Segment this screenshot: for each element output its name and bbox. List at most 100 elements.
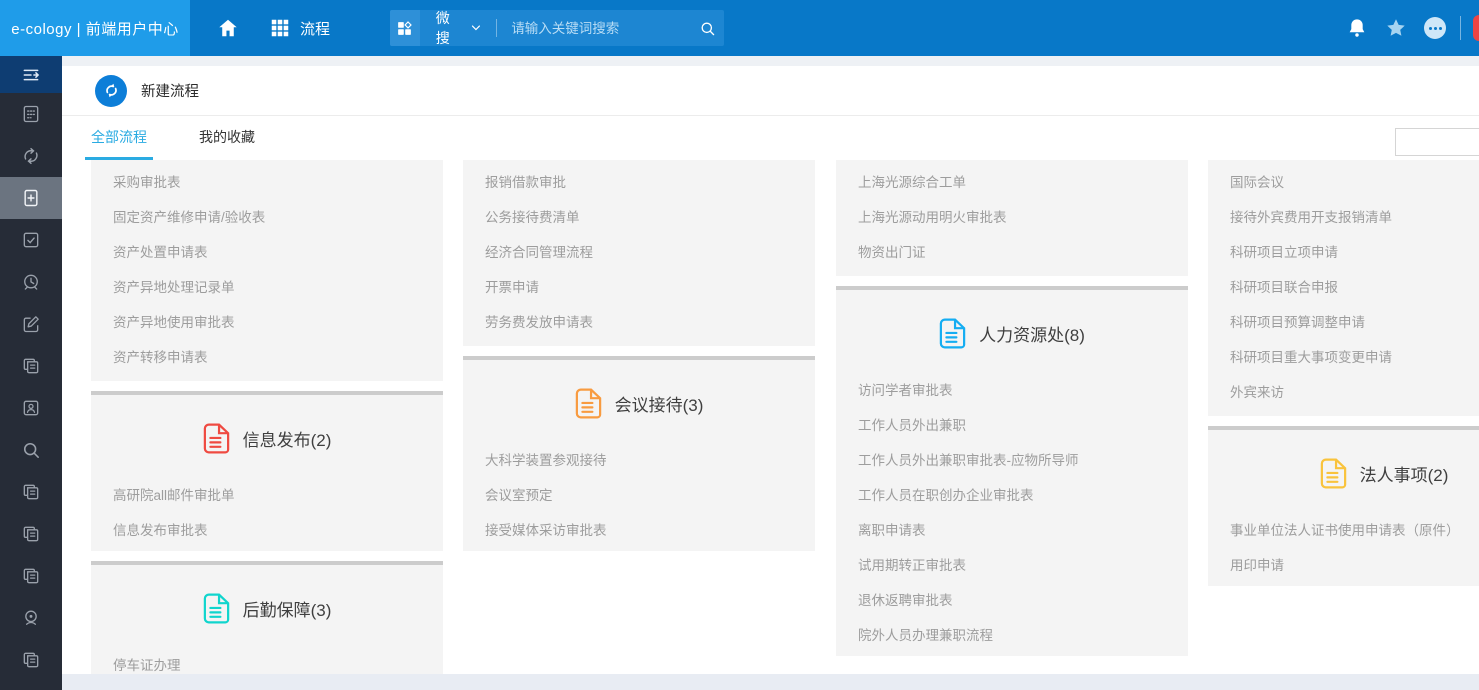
process-item[interactable]: 工作人员外出兼职审批表-应物所导师 (836, 443, 1188, 478)
process-item[interactable]: 信息发布审批表 (91, 513, 443, 548)
sidebar-item-documents-2[interactable] (0, 471, 62, 513)
topbar-divider (1460, 16, 1461, 40)
process-item[interactable]: 报销借款审批 (463, 165, 815, 200)
process-item[interactable]: 公务接待费清单 (463, 200, 815, 235)
process-item[interactable]: 科研项目联合申报 (1208, 270, 1479, 305)
star-icon[interactable] (1385, 17, 1407, 39)
category-header: 会议接待(3) (463, 360, 815, 441)
process-item[interactable]: 资产处置申请表 (91, 235, 443, 270)
process-item[interactable]: 经济合同管理流程 (463, 235, 815, 270)
process-column-4: 国际会议 接待外宾费用开支报销清单 科研项目立项申请 科研项目联合申报 科研项目… (1208, 160, 1479, 596)
process-column-2: 报销借款审批 公务接待费清单 经济合同管理流程 开票申请 劳务费发放申请表 会议… (463, 160, 815, 561)
category-header: 法人事项(2) (1208, 430, 1479, 511)
process-item[interactable]: 高研院all邮件审批单 (91, 478, 443, 513)
process-item[interactable]: 外宾来访 (1208, 375, 1479, 410)
process-item[interactable]: 退休返聘审批表 (836, 583, 1188, 618)
process-item[interactable]: 工作人员外出兼职 (836, 408, 1188, 443)
process-item[interactable]: 科研项目重大事项变更申请 (1208, 340, 1479, 375)
process-item[interactable]: 事业单位法人证书使用申请表（原件） (1208, 513, 1479, 548)
category-header: 信息发布(2) (91, 395, 443, 476)
clock-icon (21, 272, 41, 292)
process-item[interactable]: 试用期转正审批表 (836, 548, 1188, 583)
search-scope-dropdown[interactable]: 微搜 (436, 8, 483, 48)
id-card-icon (21, 398, 41, 418)
category-header: 人力资源处(8) (836, 290, 1188, 371)
nav-item-process[interactable]: 流程 (269, 17, 330, 39)
sidebar-item-document-list[interactable] (0, 93, 62, 135)
sidebar-item-documents-1[interactable] (0, 345, 62, 387)
topbar-content-gap (62, 56, 1479, 66)
process-item[interactable]: 大科学装置参观接待 (463, 443, 815, 478)
sidebar-item-drafts[interactable] (0, 303, 62, 345)
process-item[interactable]: 开票申请 (463, 270, 815, 305)
process-item[interactable]: 资产异地使用审批表 (91, 305, 443, 340)
process-column-1: 采购审批表 固定资产维修申请/验收表 资产处置申请表 资产异地处理记录单 资产异… (91, 160, 443, 690)
bottom-scroll-strip[interactable] (62, 674, 1479, 690)
document-add-icon (21, 188, 41, 208)
document-icon (1320, 458, 1347, 489)
filter-input-box[interactable] (1395, 128, 1479, 156)
bell-icon[interactable] (1346, 17, 1368, 39)
chevron-down-icon (470, 22, 482, 34)
category-title: 信息发布(2) (243, 426, 332, 451)
search-apps-button[interactable] (390, 10, 420, 46)
sidebar-item-documents-5[interactable] (0, 639, 62, 681)
process-item[interactable]: 资产转移申请表 (91, 340, 443, 375)
process-item[interactable]: 接待外宾费用开支报销清单 (1208, 200, 1479, 235)
process-item[interactable]: 接受媒体采访审批表 (463, 513, 815, 548)
process-item[interactable]: 资产异地处理记录单 (91, 270, 443, 305)
process-item[interactable]: 国际会议 (1208, 165, 1479, 200)
process-item[interactable]: 科研项目预算调整申请 (1208, 305, 1479, 340)
sidebar-item-monitor[interactable] (0, 597, 62, 639)
sidebar-collapse-toggle[interactable] (0, 56, 62, 93)
apps-icon (396, 20, 413, 37)
process-item[interactable]: 科研项目立项申请 (1208, 235, 1479, 270)
avatar-badge-partial[interactable] (1473, 15, 1479, 41)
filter-input[interactable] (1396, 129, 1479, 157)
sidebar-item-sync[interactable] (0, 135, 62, 177)
sync-icon (21, 146, 41, 166)
sidebar-item-tasks[interactable] (0, 219, 62, 261)
process-item[interactable]: 离职申请表 (836, 513, 1188, 548)
home-button[interactable] (217, 17, 239, 39)
global-search-bar: 微搜 (390, 10, 724, 46)
process-item[interactable]: 物资出门证 (836, 235, 1188, 270)
sidebar-item-search[interactable] (0, 429, 62, 471)
category-title: 人力资源处(8) (979, 321, 1085, 346)
process-item[interactable]: 会议室预定 (463, 478, 815, 513)
grid-menu-icon (269, 17, 291, 39)
process-item[interactable]: 访问学者审批表 (836, 373, 1188, 408)
process-item[interactable]: 上海光源动用明火审批表 (836, 200, 1188, 235)
category-header: 后勤保障(3) (91, 565, 443, 646)
search-input[interactable] (509, 20, 690, 37)
sidebar-item-contacts[interactable] (0, 387, 62, 429)
document-icon (203, 593, 230, 624)
process-item[interactable]: 用印申请 (1208, 548, 1479, 583)
collapse-menu-icon (21, 65, 41, 85)
process-item[interactable]: 采购审批表 (91, 165, 443, 200)
tab-my-favorites[interactable]: 我的收藏 (193, 116, 261, 160)
sidebar-item-documents-3[interactable] (0, 513, 62, 555)
sidebar-item-documents-4[interactable] (0, 555, 62, 597)
process-item[interactable]: 院外人员办理兼职流程 (836, 618, 1188, 653)
sidebar-item-pending[interactable] (0, 261, 62, 303)
process-item[interactable]: 上海光源综合工单 (836, 165, 1188, 200)
tab-all-processes[interactable]: 全部流程 (85, 116, 153, 160)
webcam-icon (21, 608, 41, 628)
home-icon (217, 17, 239, 39)
process-item[interactable]: 劳务费发放申请表 (463, 305, 815, 340)
topbar: e-cology | 前端用户中心 流程 微搜 (0, 0, 1479, 56)
sidebar-item-new-process[interactable] (0, 177, 62, 219)
process-item[interactable]: 固定资产维修申请/验收表 (91, 200, 443, 235)
category-title: 会议接待(3) (615, 391, 704, 416)
document-icon (203, 423, 230, 454)
tab-bar: 全部流程 我的收藏 (62, 116, 1479, 160)
process-item[interactable]: 工作人员在职创办企业审批表 (836, 478, 1188, 513)
page-badge (95, 75, 127, 107)
search-button[interactable] (690, 10, 724, 46)
search-icon (699, 20, 716, 37)
more-icon[interactable] (1424, 17, 1446, 39)
document-icon (939, 318, 966, 349)
task-check-icon (21, 230, 41, 250)
topbar-right (1346, 15, 1479, 41)
